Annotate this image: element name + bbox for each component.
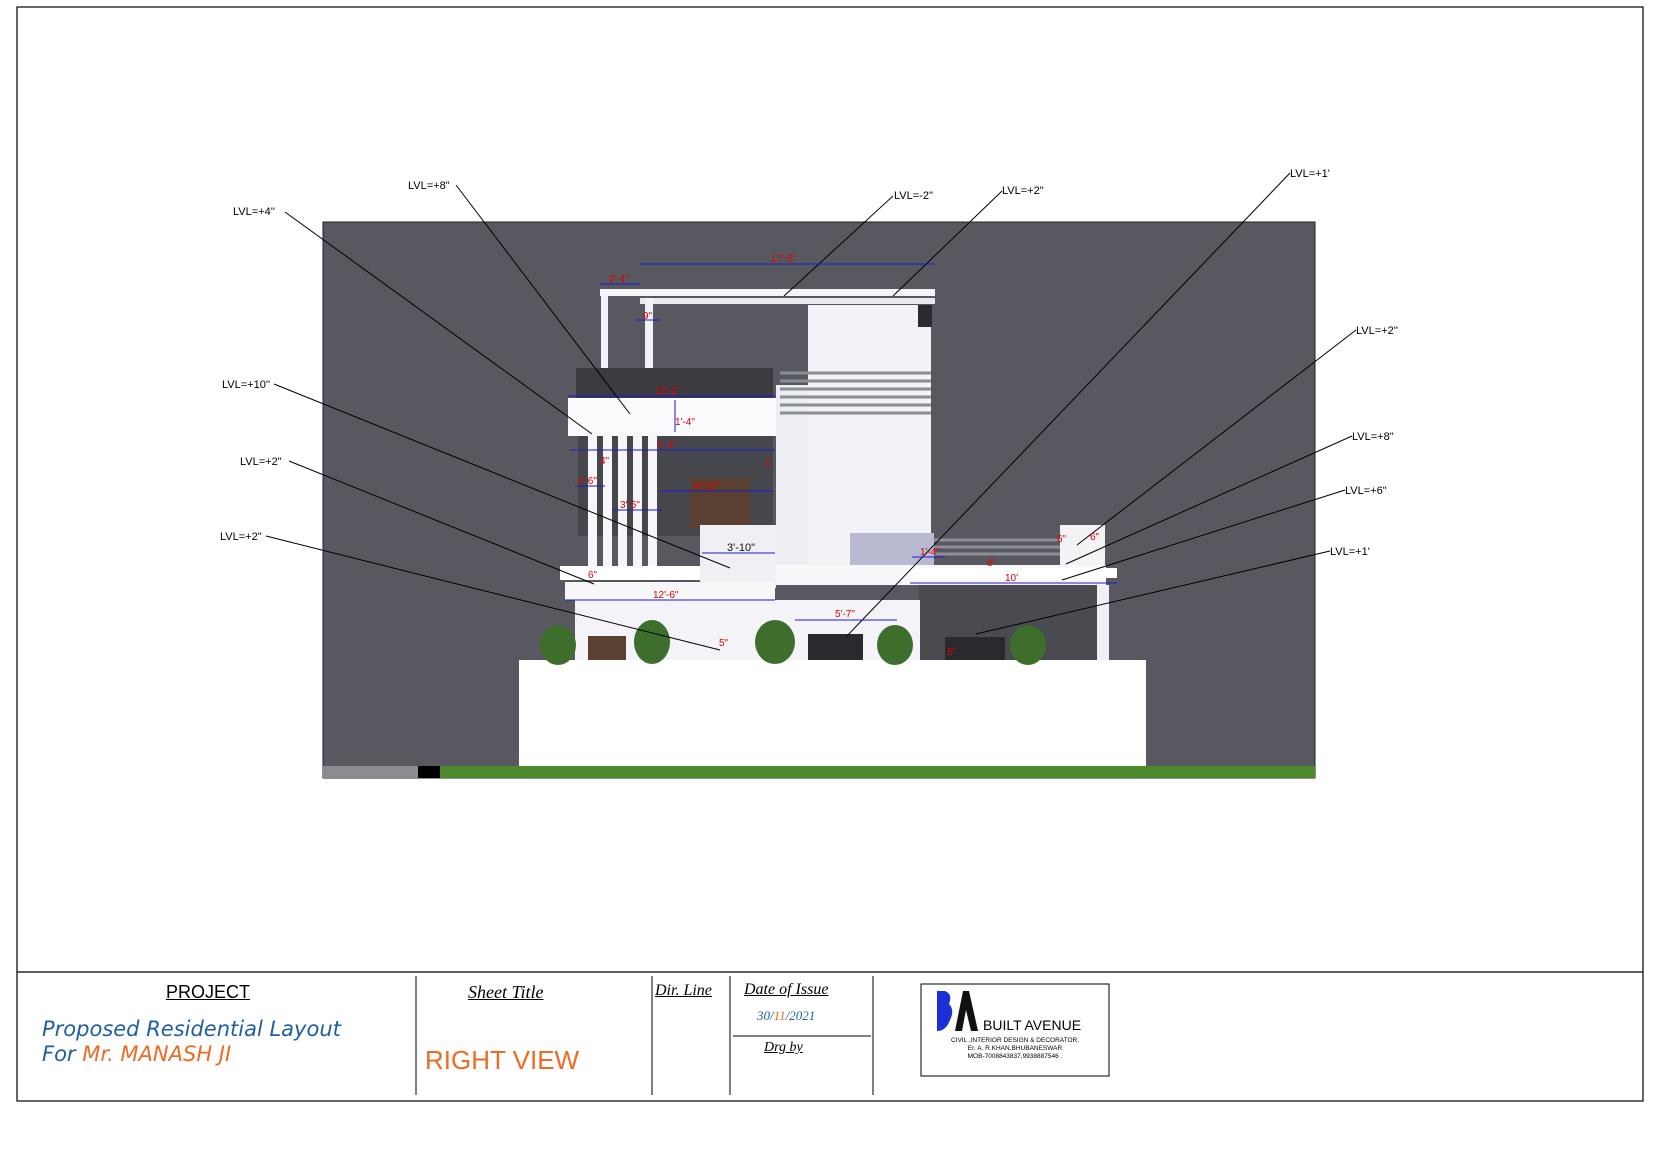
level-label: LVL=-2'': [894, 190, 933, 202]
issue-date: 30/11/2021: [757, 1008, 815, 1024]
dimension-text: 1'-4": [675, 417, 695, 428]
dimension-text: 2'-4": [609, 274, 629, 285]
boundary-wall: [519, 660, 1146, 766]
dimension-text: 10': [1005, 573, 1018, 584]
level-label: LVL=+1': [1290, 168, 1330, 180]
brand-name: BUILT AVENUE: [983, 1017, 1082, 1033]
dimension-text: 5'-7": [835, 609, 855, 620]
pergola-post-left: [601, 296, 608, 368]
dimension-text: 12'-6": [653, 590, 679, 601]
sheet-title: RIGHT VIEW: [425, 1045, 580, 1075]
level-label: LVL=+2": [1002, 185, 1044, 197]
dimension-text: 5": [719, 638, 729, 649]
dimension-text: 3'-5": [620, 500, 640, 511]
dimension-text: 5": [947, 647, 957, 658]
balcony-slab: [560, 566, 700, 580]
side-parapet-posts: [1060, 525, 1105, 565]
level-label: LVL=+2": [220, 531, 262, 543]
dimension-text: 4": [600, 456, 610, 467]
issue-date-month: 11: [773, 1008, 786, 1023]
dimension-text: 12'-2": [655, 386, 681, 397]
dimension-text: 6": [1090, 532, 1100, 543]
dimension-text: 1'-4": [657, 440, 677, 451]
side-pillar: [1097, 585, 1109, 665]
dimension-text: 1'-6": [577, 476, 597, 487]
lawn: [323, 766, 1315, 778]
stair-tower: [808, 305, 931, 565]
level-label: LVL=+4'': [233, 206, 275, 218]
pergola-beam: [640, 298, 935, 304]
level-label: LVL=+8": [408, 180, 450, 192]
brand-line: CIVIL ,INTERIOR DESIGN & DECORATOR.: [950, 1037, 1080, 1044]
level-label: LVL=+2": [240, 456, 282, 468]
dimension-text: 8": [987, 558, 997, 569]
brand-details: CIVIL ,INTERIOR DESIGN & DECORATOR. Er. …: [928, 1037, 1102, 1061]
client-name: Mr. MANASH JI: [82, 1042, 232, 1066]
dimension-text: 17'-5": [771, 254, 797, 265]
project-name: Proposed Residential Layout: [42, 1017, 341, 1041]
issue-date-day: 30/: [757, 1008, 774, 1023]
pergola-top: [600, 289, 935, 296]
paving: [323, 766, 418, 778]
date-of-issue-label: Date of Issue: [744, 981, 829, 998]
dimension-text: 4'-10": [694, 481, 720, 492]
level-label: LVL=+2'': [1356, 325, 1398, 337]
dimension-text: 1'-4": [920, 547, 940, 558]
drg-by-label: Drg by: [764, 1040, 803, 1055]
ground-floor-wall: [575, 600, 920, 665]
project-label: PROJECT: [166, 982, 251, 1002]
balcony-parapet: [700, 525, 776, 588]
sheet-title-label: Sheet Title: [468, 982, 544, 1002]
dimension-text: 6": [588, 570, 598, 581]
dimension-text: 1': [765, 458, 773, 469]
issue-date-year: /2021: [785, 1008, 816, 1023]
brand-line: Er. A. R.KHAN,BHUBANESWAR: [967, 1045, 1063, 1052]
project-for-line: For Mr. MANASH JI: [42, 1042, 231, 1066]
level-label: LVL=+1': [1330, 546, 1370, 558]
level-label: LVL=+8": [1352, 431, 1394, 443]
elevation-render: [322, 221, 1316, 779]
project-for: For: [42, 1042, 76, 1066]
tower-cap: [918, 305, 932, 327]
drain: [418, 766, 440, 778]
dimension-text: 3'-10": [727, 542, 755, 554]
brand-line: MOB-7008843837,9938887546 .: [967, 1053, 1063, 1060]
dimension-text: 9": [643, 311, 653, 322]
level-label: LVL=+10'': [222, 379, 270, 391]
upper-fascia: [568, 398, 776, 436]
level-label: LVL=+6": [1345, 485, 1387, 497]
pergola-post-right: [645, 298, 653, 368]
dimension-text: 6": [1057, 534, 1067, 545]
dir-line-label: Dir. Line: [655, 982, 712, 999]
